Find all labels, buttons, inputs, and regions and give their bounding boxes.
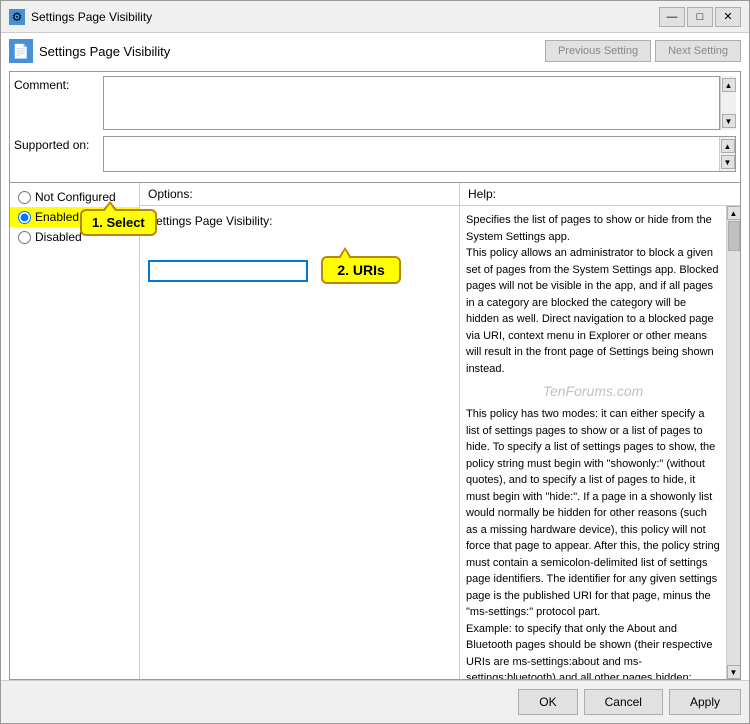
comment-scrollbar: ▲ ▼ xyxy=(720,76,736,130)
policy-title: Settings Page Visibility xyxy=(39,44,170,59)
header-row: 📄 Settings Page Visibility Previous Sett… xyxy=(9,39,741,63)
header-buttons: Previous Setting Next Setting xyxy=(545,40,741,62)
policy-icon: 📄 xyxy=(9,39,33,63)
help-scroll-wrapper: Specifies the list of pages to show or h… xyxy=(460,206,740,679)
visibility-label: Settings Page Visibility: xyxy=(148,214,451,228)
options-content: Settings Page Visibility: 2. URIs xyxy=(140,206,459,679)
disabled-label: Disabled xyxy=(35,230,82,244)
panels-area: Not Configured Enabled 1. Select Disable… xyxy=(9,183,741,680)
prev-setting-button[interactable]: Previous Setting xyxy=(545,40,651,62)
help-scrollbar-thumb[interactable] xyxy=(728,221,740,251)
enabled-radio[interactable] xyxy=(18,211,31,224)
supported-scroll-up[interactable]: ▲ xyxy=(721,139,735,153)
comment-textarea[interactable] xyxy=(103,76,720,130)
not-configured-option[interactable]: Not Configured xyxy=(10,187,139,207)
dialog-window: ⚙ Settings Page Visibility — □ ✕ 📄 Setti… xyxy=(0,0,750,724)
titlebar-controls: — □ ✕ xyxy=(659,7,741,27)
radio-panel: Not Configured Enabled 1. Select Disable… xyxy=(10,183,140,679)
help-scrollbar: ▲ ▼ xyxy=(726,206,740,679)
titlebar-left: ⚙ Settings Page Visibility xyxy=(9,9,152,25)
help-para-2: This policy has two modes: it can either… xyxy=(466,406,720,621)
cancel-button[interactable]: Cancel xyxy=(584,689,663,715)
ok-button[interactable]: OK xyxy=(518,689,577,715)
help-header: Help: xyxy=(460,183,740,206)
options-header: Options: xyxy=(140,183,459,206)
supported-label: Supported on: xyxy=(14,136,99,152)
titlebar-icon: ⚙ xyxy=(9,9,25,25)
select-annotation: 1. Select xyxy=(80,209,157,236)
watermark: TenForums.com xyxy=(466,377,720,406)
help-scroll-up[interactable]: ▲ xyxy=(727,206,741,220)
help-scroll-down[interactable]: ▼ xyxy=(727,665,741,679)
restore-button[interactable]: □ xyxy=(687,7,713,27)
footer: OK Cancel Apply xyxy=(1,680,749,723)
help-para-3: Example: to specify that only the About … xyxy=(466,621,720,680)
close-button[interactable]: ✕ xyxy=(715,7,741,27)
supported-scrollbar: ▲ ▼ xyxy=(719,137,735,171)
next-setting-button[interactable]: Next Setting xyxy=(655,40,741,62)
visibility-input[interactable] xyxy=(148,260,308,282)
comment-label: Comment: xyxy=(14,76,99,92)
disabled-radio[interactable] xyxy=(18,231,31,244)
not-configured-radio[interactable] xyxy=(18,191,31,204)
content-area: 📄 Settings Page Visibility Previous Sett… xyxy=(1,33,749,680)
comment-row: Comment: ▲ ▼ xyxy=(14,76,736,130)
comment-scroll-down[interactable]: ▼ xyxy=(722,114,736,128)
help-panel: Help: Specifies the list of pages to sho… xyxy=(460,183,740,679)
titlebar: ⚙ Settings Page Visibility — □ ✕ xyxy=(1,1,749,33)
apply-button[interactable]: Apply xyxy=(669,689,741,715)
minimize-button[interactable]: — xyxy=(659,7,685,27)
help-text-content[interactable]: Specifies the list of pages to show or h… xyxy=(460,206,726,679)
supported-scroll-down[interactable]: ▼ xyxy=(721,155,735,169)
supported-row: Supported on: ▲ ▼ xyxy=(14,136,736,172)
options-panel: Options: Settings Page Visibility: 2. UR… xyxy=(140,183,460,679)
titlebar-title: Settings Page Visibility xyxy=(31,10,152,24)
help-scrollbar-track xyxy=(727,220,741,665)
enabled-label: Enabled xyxy=(35,210,79,224)
uris-annotation: 2. URIs xyxy=(321,256,400,284)
enabled-option[interactable]: Enabled 1. Select xyxy=(10,207,139,227)
help-para-0: Specifies the list of pages to show or h… xyxy=(466,212,720,245)
header-icon-title: 📄 Settings Page Visibility xyxy=(9,39,545,63)
help-para-1: This policy allows an administrator to b… xyxy=(466,245,720,377)
top-fields: Comment: ▲ ▼ Supported on: ▲ ▼ xyxy=(9,71,741,183)
comment-scroll-up[interactable]: ▲ xyxy=(722,78,736,92)
supported-value xyxy=(104,137,719,171)
